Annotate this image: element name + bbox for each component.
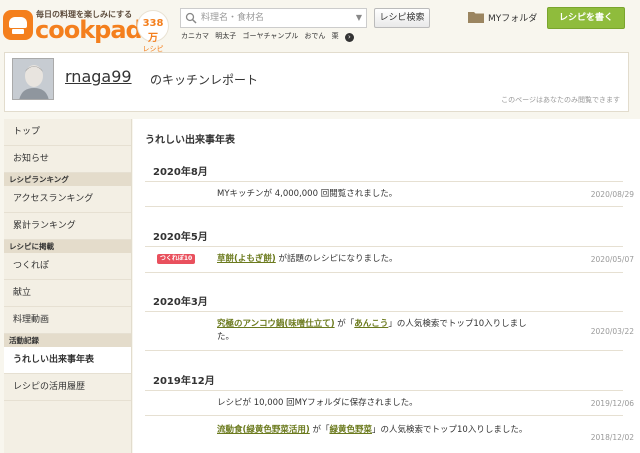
divider (145, 206, 623, 207)
sidebar-section-ranking: レシピランキング (4, 173, 131, 186)
event-date: 2019/12/06 (590, 399, 634, 408)
myfolder-link[interactable]: MYフォルダ (468, 11, 537, 24)
divider (145, 311, 623, 312)
divider (145, 415, 623, 416)
avatar-portrait-icon (13, 59, 53, 99)
divider (145, 246, 623, 247)
sidebar-item-timeline[interactable]: うれしい出来事年表 (4, 347, 131, 374)
event-date: 2018/12/02 (590, 433, 634, 442)
keyword-link[interactable]: 明太子 (215, 32, 236, 40)
event-date: 2020/08/29 (590, 190, 634, 199)
divider (145, 181, 623, 182)
year-heading: 2020年5月 (153, 232, 208, 243)
sidebar-section-listing: レシピに掲載 (4, 240, 131, 253)
folder-icon (468, 12, 484, 23)
section-title: うれしい出来事年表 (145, 135, 235, 146)
keyword-link[interactable]: おでん (304, 32, 325, 40)
year-heading: 2020年3月 (153, 297, 208, 308)
event-text: 流動食(緑黄色野菜活用) が「緑黄色野菜」の人気検索でトップ10入りしました。 (217, 424, 537, 437)
chevron-down-icon[interactable]: ▼ (356, 13, 362, 22)
keyword-link[interactable]: あんこう (354, 319, 388, 329)
sidebar-item-kondate[interactable]: 献立 (4, 280, 131, 307)
search-input[interactable] (201, 11, 351, 25)
search-box: ▼ (180, 8, 367, 28)
chef-hat-icon (3, 10, 33, 40)
recipe-count-number: 338万 (142, 18, 164, 44)
sidebar-section-activity: 活動記録 (4, 334, 131, 347)
sidebar-item-top[interactable]: トップ (4, 119, 131, 146)
avatar[interactable] (12, 58, 54, 100)
sidebar-item-total-ranking[interactable]: 累計ランキング (4, 213, 131, 240)
sidebar: トップ お知らせ レシピランキング アクセスランキング 累計ランキング レシピに… (4, 119, 132, 453)
divider (145, 350, 623, 351)
timeline-panel: うれしい出来事年表 2020年8月 MYキッチンが 4,000,000 回閲覧さ… (133, 119, 640, 453)
event-text-rest: が話題のレシピになりました。 (275, 254, 398, 264)
divider (145, 390, 623, 391)
event-text-rest: 」の人気検索でトップ10入りしました。 (372, 425, 528, 435)
popular-keywords: カニカマ 明太子 ゴーヤチャンプル おでん 栗 › (181, 31, 358, 42)
event-text: MYキッチンが 4,000,000 回閲覧されました。 (217, 189, 398, 199)
recipe-link[interactable]: 流動食(緑黄色野菜活用) (217, 425, 310, 435)
event-text-mid: が「 (309, 425, 330, 435)
sidebar-item-usage-history[interactable]: レシピの活用履歴 (4, 374, 131, 401)
event-text: レシピが 10,000 回MYフォルダに保存されました。 (217, 398, 418, 408)
visibility-note: このページはあなたのみ閲覧できます (501, 96, 620, 104)
event-text-mid: が「 (334, 319, 355, 329)
site-header: 毎日の料理を楽しみにする cookpad 338万 レシピ ▼ レシピ検索 カニ… (0, 0, 640, 53)
event-text: 草餅(よもぎ餅) が話題のレシピになりました。 (217, 253, 537, 266)
write-recipe-button[interactable]: レシピを書く (547, 7, 625, 29)
tsukurepo-badge: つくれぽ10 (157, 254, 195, 264)
keyword-link[interactable]: 緑黄色野菜 (329, 425, 372, 435)
divider (145, 272, 623, 273)
search-icon (185, 12, 197, 24)
sidebar-item-tsukurepo[interactable]: つくれぽ (4, 253, 131, 280)
myfolder-label: MYフォルダ (488, 14, 538, 24)
year-heading: 2019年12月 (153, 376, 215, 387)
recipe-search-button[interactable]: レシピ検索 (374, 8, 430, 28)
recipe-link[interactable]: 草餅(よもぎ餅) (217, 254, 276, 264)
recipe-link[interactable]: 究極のアンコウ鍋(味噌仕立て) (217, 319, 335, 329)
event-date: 2020/03/22 (590, 327, 634, 336)
profile-card: rnaga99 のキッチンレポート このページはあなたのみ閲覧できます (4, 52, 629, 112)
event-text: 究極のアンコウ鍋(味噌仕立て) が「あんこう」の人気検索でトップ10入りしました… (217, 318, 537, 344)
logo-text: cookpad (35, 16, 143, 44)
write-recipe-label: レシピを書く (558, 13, 613, 23)
year-heading: 2020年8月 (153, 167, 208, 178)
page-title: のキッチンレポート (150, 73, 259, 87)
sidebar-item-access-ranking[interactable]: アクセスランキング (4, 186, 131, 213)
keyword-link[interactable]: 栗 (332, 32, 339, 40)
keyword-link[interactable]: ゴーヤチャンプル (242, 32, 298, 40)
recipe-count-badge: 338万 レシピ (137, 10, 169, 53)
sidebar-item-news[interactable]: お知らせ (4, 146, 131, 173)
keyword-link[interactable]: カニカマ (181, 32, 209, 40)
cookpad-logo[interactable]: 毎日の料理を楽しみにする cookpad 338万 レシピ (3, 6, 171, 53)
sidebar-item-video[interactable]: 料理動画 (4, 307, 131, 334)
event-date: 2020/05/07 (590, 255, 634, 264)
chevron-right-icon[interactable]: › (344, 33, 354, 42)
username-link[interactable]: rnaga99 (65, 67, 132, 86)
